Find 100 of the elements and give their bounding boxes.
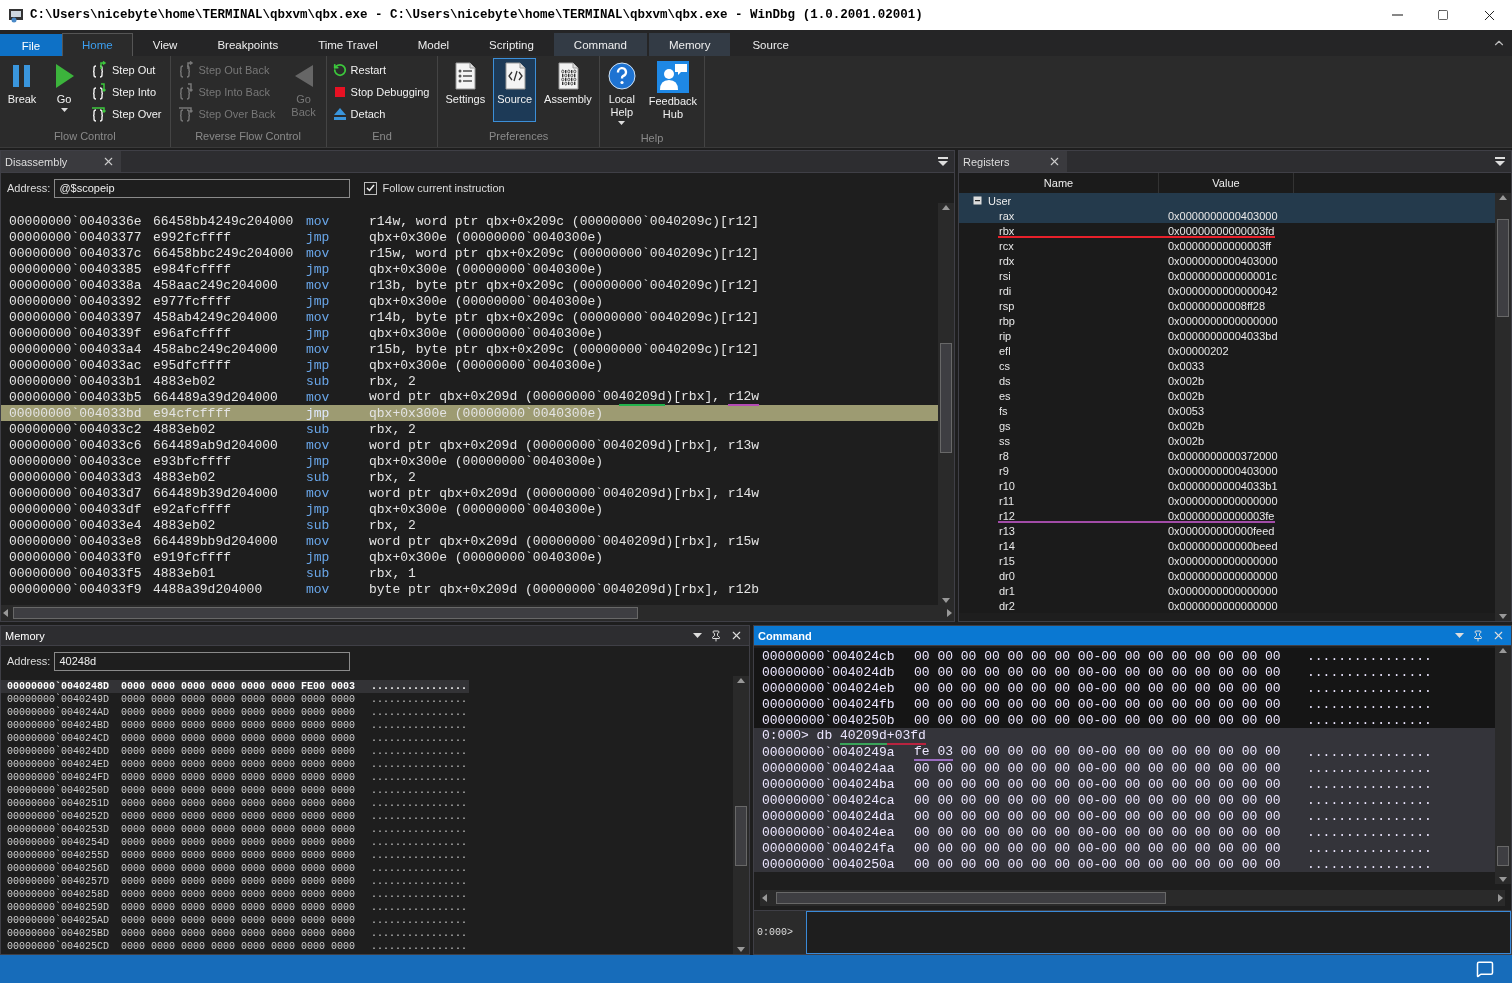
disassembly-row[interactable]: 00000000`004033c6 664489ab9d204000 mov word ptr qbx+0x209d (00000000`0040209d)[rbx], r13w (1, 437, 938, 453)
memory-row[interactable]: 00000000`004024FD 0000 0000 0000 0000 0000 0000 0000 0000 ................ (1, 771, 469, 784)
scroll-down-icon[interactable] (942, 598, 950, 603)
ribbon-tab[interactable]: View (132, 33, 198, 56)
scroll-down-icon[interactable] (1499, 877, 1507, 882)
scroll-up-icon[interactable] (1499, 195, 1507, 200)
ribbon-button[interactable]: Step Over (87, 103, 167, 125)
ribbon-tab[interactable]: Time Travel (298, 33, 398, 56)
ribbon-button[interactable]: Break (3, 58, 41, 122)
chat-icon[interactable] (1476, 960, 1494, 978)
ribbon-button[interactable]: Settings (441, 58, 490, 122)
scroll-up-icon[interactable] (942, 205, 950, 210)
memory-row[interactable]: 00000000`0040258D 0000 0000 0000 0000 0000 0000 0000 0000 ................ (1, 888, 469, 901)
ribbon-button[interactable]: Local Help (602, 58, 641, 129)
ribbon-button[interactable]: Source (493, 58, 537, 122)
disassembly-row[interactable]: 00000000`0040339f e96afcffff jmp qbx+0x300e (00000000`0040300e) (1, 325, 938, 341)
ribbon-tab[interactable]: Scripting (469, 33, 554, 56)
scroll-up-icon[interactable] (737, 678, 745, 683)
disassembly-row[interactable]: 00000000`004033f9 4488a39d204000 mov byte ptr qbx+0x209d (00000000`0040209d)[rbx], r12b (1, 581, 938, 597)
memory-row[interactable]: 00000000`0040256D 0000 0000 0000 0000 0000 0000 0000 0000 ................ (1, 862, 469, 875)
disassembly-row[interactable]: 00000000`004033b1 4883eb02 sub rbx, 2 (1, 373, 938, 389)
vertical-scrollbar[interactable] (938, 203, 954, 605)
memory-row[interactable]: 00000000`0040259D 0000 0000 0000 0000 0000 0000 0000 0000 ................ (1, 901, 469, 914)
horizontal-scrollbar[interactable] (1, 605, 954, 621)
memory-row[interactable]: 00000000`0040250D 0000 0000 0000 0000 0000 0000 0000 0000 ................ (1, 784, 469, 797)
scroll-thumb[interactable] (1497, 219, 1509, 317)
ribbon-tab[interactable]: Memory (648, 33, 731, 56)
vertical-scrollbar[interactable] (1495, 646, 1511, 884)
disassembly-row[interactable]: 00000000`004033d7 664489b39d204000 mov word ptr qbx+0x209d (00000000`0040209d)[rbx], r14w (1, 485, 938, 501)
scroll-down-icon[interactable] (1499, 614, 1507, 619)
pane-tab[interactable]: Registers (959, 151, 1067, 172)
ribbon-button[interactable]: Step Out (87, 59, 167, 81)
ribbon-button[interactable]: Go (45, 58, 83, 122)
ribbon-tab[interactable]: File (0, 34, 62, 56)
register-row[interactable]: rax 0x0000000000403000 (959, 208, 1495, 223)
disassembly-row[interactable]: 00000000`004033c2 4883eb02 sub rbx, 2 (1, 421, 938, 437)
checkbox[interactable] (364, 181, 378, 195)
disassembly-row[interactable]: 00000000`00403385 e984fcffff jmp qbx+0x300e (00000000`0040300e) (1, 261, 938, 277)
disassembly-row[interactable]: 00000000`0040337c 66458bbc249c204000 mov r15w, word ptr qbx+0x209c (00000000`0040209c)[r12] (1, 245, 938, 261)
scroll-up-icon[interactable] (1499, 648, 1507, 653)
memory-row[interactable]: 00000000`0040249D 0000 0000 0000 0000 0000 0000 0000 0000 ................ (1, 693, 469, 706)
ribbon-button[interactable]: Feedback Hub (644, 58, 702, 124)
ribbon-tab[interactable]: Model (397, 33, 470, 56)
memory-row[interactable]: 00000000`004025AD 0000 0000 0000 0000 0000 0000 0000 0000 ................ (1, 914, 469, 927)
address-field[interactable]: 40248d (54, 651, 351, 671)
ribbon-button[interactable]: Stop Debugging (329, 81, 435, 103)
memory-row[interactable]: 00000000`0040253D 0000 0000 0000 0000 0000 0000 0000 0000 ................ (1, 823, 469, 836)
memory-row[interactable]: 00000000`0040255D 0000 0000 0000 0000 0000 0000 0000 0000 ................ (1, 849, 469, 862)
memory-row[interactable]: 00000000`0040251D 0000 0000 0000 0000 0000 0000 0000 0000 ................ (1, 797, 469, 810)
memory-row[interactable]: 00000000`0040257D 0000 0000 0000 0000 0000 0000 0000 0000 ................ (1, 875, 469, 888)
disassembly-row[interactable]: 00000000`004033f5 4883eb01 sub rbx, 1 (1, 565, 938, 581)
memory-row[interactable]: 00000000`004025CD 0000 0000 0000 0000 0000 0000 0000 0000 ................ (1, 940, 469, 953)
memory-row[interactable]: 00000000`004024CD 0000 0000 0000 0000 0000 0000 0000 0000 ................ (1, 732, 469, 745)
close-icon[interactable] (730, 629, 743, 642)
ribbon-button[interactable]: Detach (329, 103, 435, 125)
scroll-left-icon[interactable] (3, 609, 8, 617)
close-icon[interactable] (1048, 155, 1061, 168)
memory-row[interactable]: 00000000`0040248D 0000 0000 0000 0000 0000 0000 FE00 0003 ................ (1, 680, 469, 693)
disassembly-row[interactable]: 00000000`004033ce e93bfcffff jmp qbx+0x300e (00000000`0040300e) (1, 453, 938, 469)
pin-icon[interactable] (710, 629, 722, 642)
memory-row[interactable]: 00000000`004024DD 0000 0000 0000 0000 0000 0000 0000 0000 ................ (1, 745, 469, 758)
close-icon[interactable] (102, 155, 115, 168)
ribbon-button[interactable]: Step Into (87, 81, 167, 103)
ribbon-tab[interactable]: Source (732, 33, 809, 56)
horizontal-scrollbar[interactable] (760, 890, 1505, 906)
ribbon-button[interactable]: Restart (329, 59, 435, 81)
disassembly-row[interactable]: 00000000`0040338a 458aac249c204000 mov r13b, byte ptr qbx+0x209c (00000000`0040209c)[r12] (1, 277, 938, 293)
disassembly-row[interactable]: 00000000`00403377 e992fcffff jmp qbx+0x300e (00000000`0040300e) (1, 229, 938, 245)
ribbon-button[interactable]: Assembly (540, 58, 596, 122)
ribbon-tab[interactable]: Command (553, 33, 647, 56)
command-input[interactable] (806, 911, 1511, 954)
disassembly-row[interactable]: 00000000`004033a4 458abc249c204000 mov r15b, byte ptr qbx+0x209c (00000000`0040209c)[r12] (1, 341, 938, 357)
memory-row[interactable]: 00000000`004024ED 0000 0000 0000 0000 0000 0000 0000 0000 ................ (1, 758, 469, 771)
scroll-thumb[interactable] (1497, 846, 1509, 866)
pane-tab[interactable]: Disassembly (1, 151, 121, 172)
memory-row[interactable]: 00000000`004025BD 0000 0000 0000 0000 0000 0000 0000 0000 ................ (1, 927, 469, 940)
disassembly-row[interactable]: 00000000`004033f0 e919fcffff jmp qbx+0x300e (00000000`0040300e) (1, 549, 938, 565)
tree-group-row[interactable]: User (959, 193, 1495, 208)
disassembly-row[interactable]: 00000000`004033d3 4883eb02 sub rbx, 2 (1, 469, 938, 485)
memory-row[interactable]: 00000000`004024AD 0000 0000 0000 0000 0000 0000 0000 0000 ................ (1, 706, 469, 719)
vertical-scrollbar[interactable] (733, 676, 749, 954)
vertical-scrollbar[interactable] (1495, 193, 1511, 621)
disassembly-row[interactable]: 00000000`004033e8 664489bb9d204000 mov word ptr qbx+0x209d (00000000`0040209d)[rbx], r15w (1, 533, 938, 549)
disassembly-row[interactable]: 00000000`004033e4 4883eb02 sub rbx, 2 (1, 517, 938, 533)
disassembly-row[interactable]: 00000000`004033ac e95dfcffff jmp qbx+0x300e (00000000`0040300e) (1, 357, 938, 373)
memory-row[interactable]: 00000000`0040254D 0000 0000 0000 0000 0000 0000 0000 0000 ................ (1, 836, 469, 849)
disassembly-row[interactable]: 00000000`004033df e92afcffff jmp qbx+0x300e (00000000`0040300e) (1, 501, 938, 517)
ribbon-tab[interactable]: Home (62, 33, 133, 56)
scroll-left-icon[interactable] (762, 894, 767, 902)
scroll-thumb[interactable] (940, 343, 952, 453)
scroll-thumb[interactable] (13, 607, 638, 619)
memory-row[interactable]: 00000000`0040252D 0000 0000 0000 0000 0000 0000 0000 0000 ................ (1, 810, 469, 823)
disassembly-row[interactable]: 00000000`00403397 458ab4249c204000 mov r14b, byte ptr qbx+0x209c (00000000`0040209c)[r12] (1, 309, 938, 325)
scroll-down-icon[interactable] (737, 947, 745, 952)
ribbon-tab[interactable]: Breakpoints (197, 33, 299, 56)
scroll-right-icon[interactable] (1498, 894, 1503, 902)
collapse-icon[interactable] (973, 196, 982, 205)
disassembly-row[interactable]: 00000000`00403392 e977fcffff jmp qbx+0x300e (00000000`0040300e) (1, 293, 938, 309)
memory-row[interactable]: 00000000`004024BD 0000 0000 0000 0000 0000 0000 0000 0000 ................ (1, 719, 469, 732)
scroll-thumb[interactable] (735, 806, 747, 866)
